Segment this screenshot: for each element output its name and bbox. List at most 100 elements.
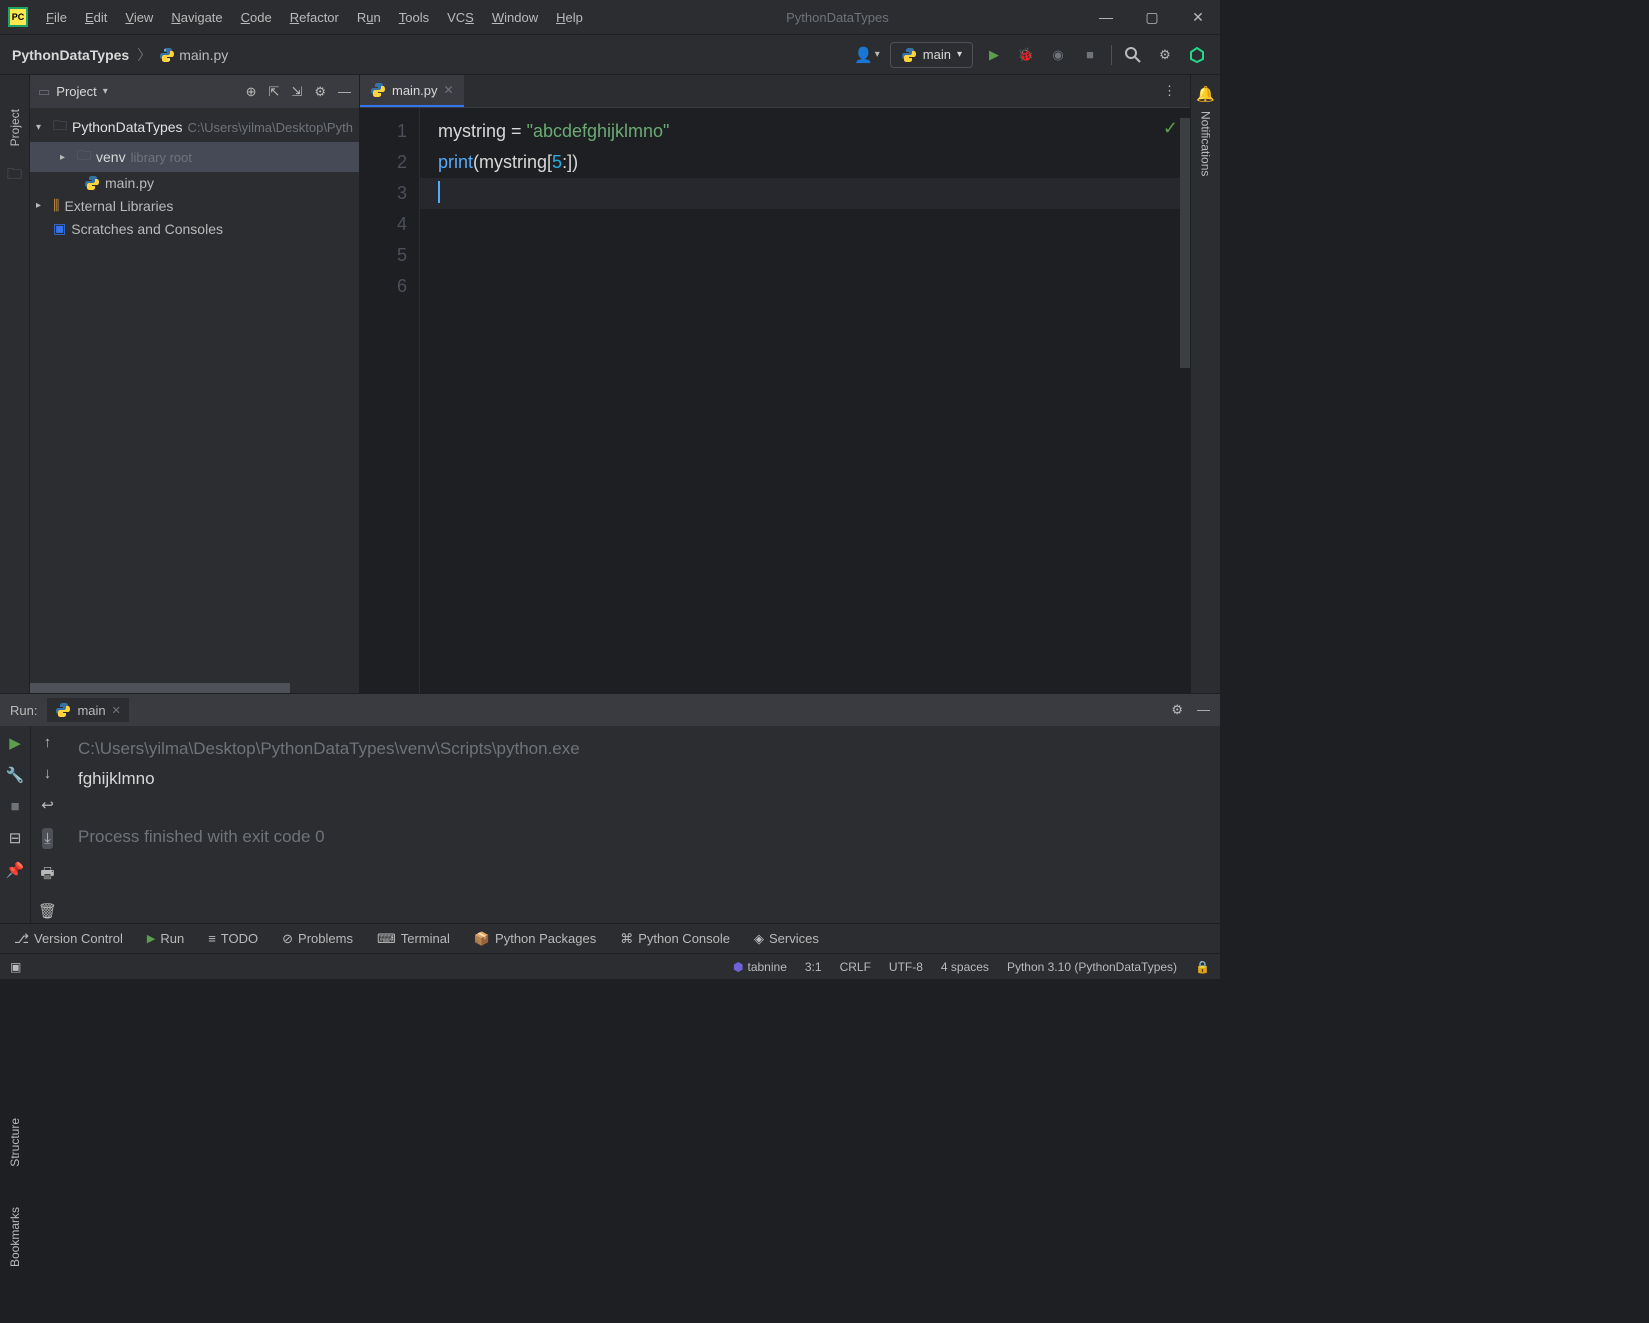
python-console-tab[interactable]: ⌘Python Console (620, 931, 730, 947)
notifications-tab[interactable]: Notifications (1199, 111, 1213, 176)
terminal-tab[interactable]: ⌨Terminal (377, 931, 450, 947)
window-title: PythonDataTypes (601, 10, 1074, 25)
tabnine-widget[interactable]: ⬢tabnine (733, 960, 787, 974)
menu-window[interactable]: Window (492, 10, 538, 25)
caret-position[interactable]: 3:1 (805, 960, 822, 974)
code-content[interactable]: mystring = "abcdefghijklmno" print(mystr… (420, 108, 1190, 693)
stop-button[interactable]: ■ (10, 798, 19, 815)
tree-venv[interactable]: ▸ 🗀 venv library root (30, 142, 359, 172)
minimize-button[interactable]: — (1092, 9, 1120, 25)
menu-help[interactable]: Help (556, 10, 583, 25)
left-bottom-rail: Structure Bookmarks (0, 1118, 30, 1267)
menu-view[interactable]: View (125, 10, 153, 25)
console-command: C:\Users\yilma\Desktop\PythonDataTypes\v… (78, 734, 1206, 764)
menu-tools[interactable]: Tools (399, 10, 429, 25)
services-tab[interactable]: ◈Services (754, 931, 819, 947)
tree-root[interactable]: ▾ 🗀 PythonDataTypes C:\Users\yilma\Deskt… (30, 112, 359, 142)
notifications-icon[interactable]: 🔔 (1196, 85, 1215, 103)
close-icon[interactable]: ✕ (112, 704, 121, 717)
indent-widget[interactable]: 4 spaces (941, 960, 989, 974)
user-button[interactable]: 👤▾ (854, 46, 880, 64)
lock-icon[interactable]: 🔒 (1195, 960, 1210, 974)
clear-icon[interactable]: 🗑 (38, 902, 57, 920)
main-area: Project 🗀 ▭ Project ▾ ⊕ ⇱ ⇲ ⚙ — ▾ 🗀 Pyth… (0, 75, 1220, 693)
settings-button[interactable]: ⚙ (1154, 44, 1176, 66)
run-label: Run: (10, 703, 37, 718)
close-tab-icon[interactable]: ✕ (444, 83, 454, 97)
tree-file-main[interactable]: main.py (30, 172, 359, 194)
folder-icon[interactable]: 🗀 (7, 164, 22, 189)
python-file-icon (159, 47, 175, 63)
print-icon[interactable]: 🖶 (40, 863, 54, 888)
menu-vcs[interactable]: VCS (447, 10, 474, 25)
breadcrumb-separator: 〉 (137, 45, 151, 65)
console-output[interactable]: C:\Users\yilma\Desktop\PythonDataTypes\v… (64, 726, 1220, 923)
inspection-ok-icon[interactable]: ✓ (1163, 118, 1178, 139)
line-separator[interactable]: CRLF (840, 960, 871, 974)
breadcrumb-project[interactable]: PythonDataTypes (12, 47, 129, 63)
pin-icon[interactable]: 📌 (6, 861, 25, 879)
tree-external-libraries[interactable]: ▸ ⫼ External Libraries (30, 194, 359, 217)
project-panel: ▭ Project ▾ ⊕ ⇱ ⇲ ⚙ — ▾ 🗀 PythonDataType… (30, 75, 360, 693)
menu-refactor[interactable]: Refactor (290, 10, 339, 25)
run-settings-icon[interactable]: ⚙ (1171, 702, 1183, 718)
up-icon[interactable]: ↑ (44, 734, 52, 751)
scroll-to-end-icon[interactable]: ⤓ (42, 828, 53, 849)
breadcrumb-file[interactable]: main.py (159, 47, 228, 63)
menu-run[interactable]: Run (357, 10, 381, 25)
menu-navigate[interactable]: Navigate (171, 10, 222, 25)
bookmarks-tab[interactable]: Bookmarks (8, 1207, 22, 1267)
expand-all-icon[interactable]: ⇱ (269, 84, 280, 100)
run-tab[interactable]: ▶Run (147, 931, 184, 946)
menu-edit[interactable]: Edit (85, 10, 107, 25)
soft-wrap-icon[interactable]: ↩ (41, 796, 54, 814)
menu-code[interactable]: Code (241, 10, 272, 25)
project-scrollbar[interactable] (30, 683, 359, 693)
settings-icon[interactable]: ⚙ (314, 84, 326, 100)
maximize-button[interactable]: ▢ (1138, 9, 1166, 26)
rerun-button[interactable]: ▶ (9, 734, 21, 752)
close-button[interactable]: ✕ (1184, 9, 1212, 26)
navigation-bar: PythonDataTypes 〉 main.py 👤▾ main ▾ ▶ 🐞 … (0, 35, 1220, 75)
collapse-all-icon[interactable]: ⇲ (291, 84, 302, 100)
menu-file[interactable]: File (46, 10, 67, 25)
tree-scratches[interactable]: ▸ ▣ Scratches and Consoles (30, 217, 359, 240)
text-cursor (438, 181, 440, 203)
breadcrumb: PythonDataTypes 〉 main.py (12, 45, 228, 65)
coverage-button[interactable]: ◉ (1047, 44, 1069, 66)
python-icon (901, 47, 917, 63)
code-editor[interactable]: 1 2 3 4 5 6 mystring = "abcdefghijklmno"… (360, 108, 1190, 693)
project-view-selector[interactable]: ▭ Project ▾ (38, 84, 108, 100)
run-configuration-selector[interactable]: main ▾ (890, 42, 973, 68)
file-encoding[interactable]: UTF-8 (889, 960, 923, 974)
version-control-tab[interactable]: ⎇Version Control (14, 931, 123, 947)
stop-button[interactable]: ■ (1079, 44, 1101, 66)
interpreter-widget[interactable]: Python 3.10 (PythonDataTypes) (1007, 960, 1177, 974)
editor-scrollbar[interactable] (1180, 108, 1190, 693)
project-tool-tab[interactable]: Project (8, 105, 22, 150)
down-icon[interactable]: ↓ (44, 765, 52, 782)
run-hide-icon[interactable]: — (1197, 702, 1210, 718)
python-icon (55, 702, 71, 718)
tool-windows-icon[interactable]: ▣ (10, 960, 21, 974)
editor-area: main.py ✕ ⋮ 1 2 3 4 5 6 mystring = "abcd… (360, 75, 1190, 693)
editor-tab-main[interactable]: main.py ✕ (360, 75, 464, 107)
search-button[interactable] (1122, 44, 1144, 66)
debug-button[interactable]: 🐞 (1015, 44, 1037, 66)
todo-tab[interactable]: ≡TODO (208, 931, 258, 946)
project-tree: ▾ 🗀 PythonDataTypes C:\Users\yilma\Deskt… (30, 108, 359, 244)
hide-icon[interactable]: — (338, 84, 351, 100)
problems-tab[interactable]: ⊘Problems (282, 931, 353, 947)
code-with-me-icon[interactable] (1186, 44, 1208, 66)
run-body: ▶ 🔧 ■ ⊟ 📌 ↑ ↓ ↩ ⤓ 🖶 🗑 C:\Users\yilma\Des… (0, 726, 1220, 923)
python-packages-tab[interactable]: 📦Python Packages (474, 931, 596, 947)
tabs-more-icon[interactable]: ⋮ (1149, 75, 1190, 107)
structure-tab[interactable]: Structure (8, 1118, 22, 1167)
bottom-tool-rail: ⎇Version Control ▶Run ≡TODO ⊘Problems ⌨T… (0, 923, 1220, 953)
wrench-icon[interactable]: 🔧 (6, 766, 25, 784)
run-tab[interactable]: main ✕ (47, 698, 128, 722)
select-opened-icon[interactable]: ⊕ (246, 84, 257, 100)
console-exit: Process finished with exit code 0 (78, 822, 1206, 852)
run-button[interactable]: ▶ (983, 44, 1005, 66)
layout-icon[interactable]: ⊟ (9, 829, 22, 847)
